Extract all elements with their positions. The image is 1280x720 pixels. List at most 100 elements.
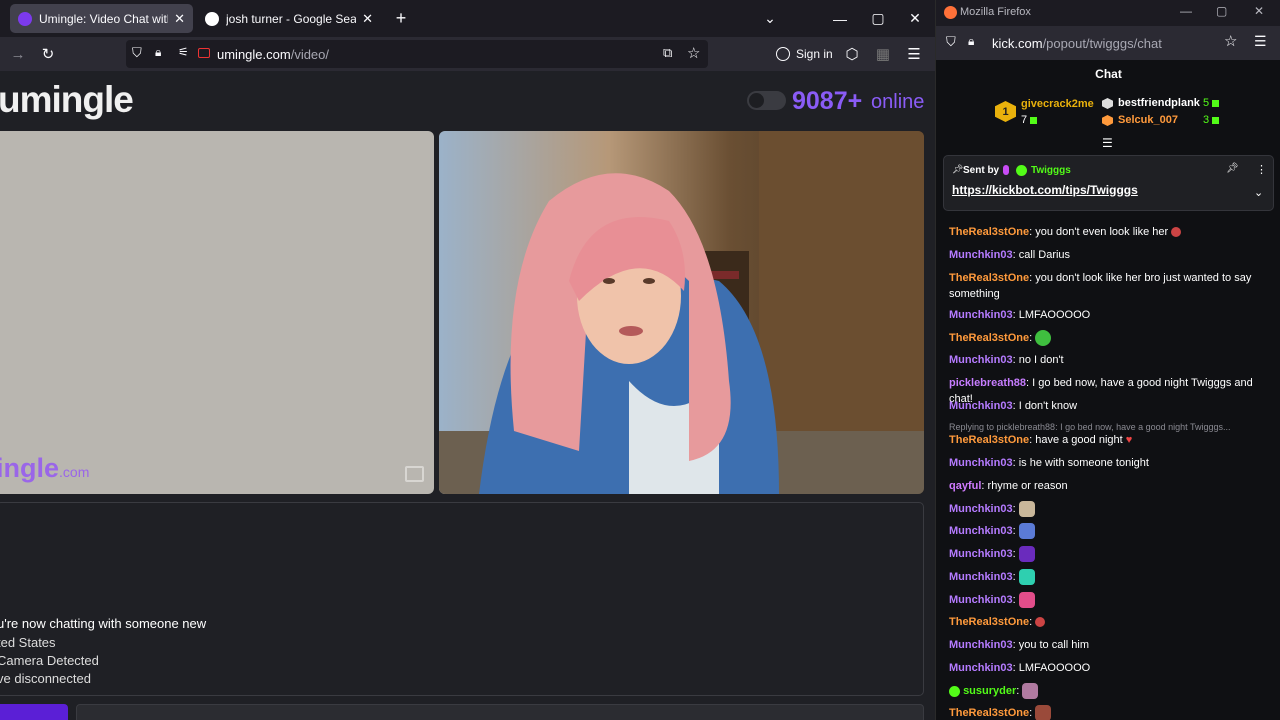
chat-message[interactable]: TheReal3stOne: you don't even look like … — [949, 224, 1274, 240]
chat-message[interactable]: TheReal3stOne: you don't look like her b… — [949, 270, 1274, 302]
url-text: umingle.com/video/ — [217, 47, 330, 62]
online-toggle[interactable] — [747, 91, 786, 110]
chat-message[interactable]: Munchkin03: no I don't — [949, 352, 1274, 368]
stranger-video-frame — [439, 131, 924, 494]
chat-message[interactable]: Munchkin03: LMFAOOOOO — [949, 660, 1274, 676]
menu-icon[interactable]: ☰ — [903, 43, 925, 65]
chat-message[interactable]: Munchkin03: you to call him — [949, 637, 1274, 653]
shield-icon[interactable]: ⛉ — [946, 34, 956, 50]
emote-icon — [1035, 330, 1052, 347]
kick-chat-popout-window: Mozilla Firefox — ▢ ✕ ⛉ 🔒︎ kick.com/popo… — [935, 0, 1280, 720]
pinned-message: 📌︎ Sent by Twigggs https://kickbot.com/t… — [943, 155, 1274, 211]
report-flag-icon[interactable] — [405, 466, 424, 482]
minimize-icon[interactable]: — — [821, 0, 859, 37]
mic-badge-icon — [1003, 165, 1009, 175]
extension-icon[interactable]: ▦ — [872, 43, 894, 65]
heart-icon: ♥ — [1125, 434, 1133, 446]
forward-icon[interactable]: → — [7, 43, 29, 65]
top-gifter-name[interactable]: givecrack2me — [1021, 98, 1094, 110]
popout-address-bar[interactable]: ⛉ 🔒︎ kick.com/popout/twigggs/chat ☆ ☰ — [936, 26, 1280, 60]
menu-icon[interactable]: ☰ — [1254, 33, 1267, 50]
close-tab-icon[interactable]: ✕ — [362, 11, 373, 27]
lock-icon[interactable]: 🔒︎ — [968, 34, 974, 49]
tab-title: Umingle: Video Chat with Stran — [39, 11, 168, 26]
chevron-down-icon[interactable]: ⌄ — [1254, 186, 1263, 199]
online-count: 9087+ — [792, 87, 863, 115]
chat-message[interactable]: Munchkin03: — [949, 592, 1274, 609]
sign-in-label: Sign in — [796, 47, 833, 61]
pinned-link[interactable]: https://kickbot.com/tips/Twigggs — [952, 183, 1138, 197]
reload-icon[interactable]: ↻ — [37, 43, 59, 65]
sign-in-button[interactable]: Sign in — [776, 42, 833, 66]
gift-count: 3 — [1203, 114, 1220, 126]
more-options-icon[interactable]: ⋮ — [1256, 163, 1267, 176]
chat-message-input[interactable] — [76, 704, 924, 720]
chat-message[interactable]: TheReal3stOne: — [949, 705, 1274, 720]
camera-active-icon[interactable] — [198, 48, 210, 58]
top-gifter-name[interactable]: Selcuk_007 — [1118, 114, 1178, 126]
chat-message[interactable]: Munchkin03: — [949, 546, 1274, 563]
new-chat-button[interactable] — [0, 704, 68, 720]
reply-context: Replying to picklebreath88: I go bed now… — [949, 422, 1231, 432]
chat-message[interactable]: Munchkin03: — [949, 569, 1274, 586]
close-window-icon[interactable]: ✕ — [1254, 4, 1264, 18]
new-tab-button[interactable]: + — [382, 0, 420, 37]
gifter-badge-icon — [1102, 98, 1113, 109]
maximize-icon[interactable]: ▢ — [1216, 4, 1227, 18]
shield-icon[interactable]: ⛉ — [132, 45, 142, 61]
bookmark-star-icon[interactable]: ☆ — [687, 44, 700, 62]
site-logo[interactable]: umingle — [0, 79, 134, 121]
address-bar[interactable]: ⛉ 🔒︎ ⚟ umingle.com/video/ ⧉ ☆ — [126, 40, 708, 68]
chat-message[interactable]: TheReal3stOne: — [949, 614, 1274, 630]
picture-in-picture-icon[interactable]: ⧉ — [663, 45, 672, 61]
emote-icon — [1018, 501, 1035, 518]
emote-icon — [1018, 569, 1035, 586]
chat-message[interactable]: Munchkin03: I don't know — [949, 398, 1274, 414]
chat-message[interactable]: Munchkin03: LMFAOOOOO — [949, 307, 1274, 323]
google-favicon-icon — [205, 11, 219, 26]
bookmark-star-icon[interactable]: ☆ — [1224, 32, 1237, 50]
emote-icon — [1035, 705, 1052, 720]
chat-system-message: Camera Detected — [0, 653, 99, 668]
expand-gifters-icon[interactable]: ☰ — [1102, 136, 1113, 150]
pin-icon: 📌︎ — [952, 164, 964, 174]
url-text: kick.com/popout/twigggs/chat — [992, 36, 1162, 51]
chat-message[interactable]: susuryder: — [949, 683, 1274, 700]
close-window-icon[interactable]: ✕ — [896, 0, 934, 37]
close-tab-icon[interactable]: ✕ — [174, 11, 185, 27]
top-gifter-name[interactable]: bestfriendplank — [1118, 97, 1200, 109]
tab-umingle[interactable]: Umingle: Video Chat with Stran ✕ — [10, 4, 193, 33]
chat-message[interactable]: Munchkin03: — [949, 523, 1274, 540]
chat-message[interactable]: TheReal3stOne: — [949, 330, 1274, 347]
gift-icon — [1030, 116, 1038, 124]
list-tabs-icon[interactable]: ⌄ — [751, 0, 789, 37]
emoji-icon — [1171, 227, 1182, 238]
lock-icon[interactable]: 🔒︎ — [155, 45, 161, 60]
unpin-icon[interactable]: 📌︎ — [1226, 163, 1239, 174]
chat-message[interactable]: TheReal3stOne: have a good night ♥ — [949, 432, 1274, 448]
tab-bar: Umingle: Video Chat with Stran ✕ josh tu… — [0, 0, 935, 37]
emote-icon — [1018, 546, 1035, 563]
emote-icon — [1018, 592, 1035, 609]
chat-message[interactable]: Munchkin03: is he with someone tonight — [949, 455, 1274, 471]
firefox-icon — [944, 6, 957, 19]
chat-message[interactable]: Munchkin03: call Darius — [949, 247, 1274, 263]
extensions-icon[interactable]: ⬡ — [841, 43, 863, 65]
emote-icon — [1018, 523, 1035, 540]
permissions-icon[interactable]: ⚟ — [178, 45, 189, 59]
online-label: online — [871, 91, 925, 113]
tab-google[interactable]: josh turner - Google Search ✕ — [197, 4, 381, 33]
chat-system-message: ve disconnected — [0, 671, 91, 686]
chat-message[interactable]: Munchkin03: — [949, 501, 1274, 518]
pinned-user[interactable]: Twigggs — [1031, 165, 1071, 176]
chat-system-message: u're now chatting with someone new — [0, 616, 207, 631]
maximize-icon[interactable]: ▢ — [859, 0, 897, 37]
chat-message[interactable]: qayful: rhyme or reason — [949, 478, 1274, 494]
pinned-sent-by: Sent by — [963, 165, 1000, 176]
text-chat-log: u're now chatting with someone new ted S… — [0, 502, 924, 696]
window-title: Mozilla Firefox — [960, 6, 1031, 18]
minimize-icon[interactable]: — — [1180, 4, 1192, 18]
toggle-knob — [749, 93, 764, 108]
stranger-video-panel — [439, 131, 924, 494]
chat-header: Chat — [1095, 67, 1122, 81]
